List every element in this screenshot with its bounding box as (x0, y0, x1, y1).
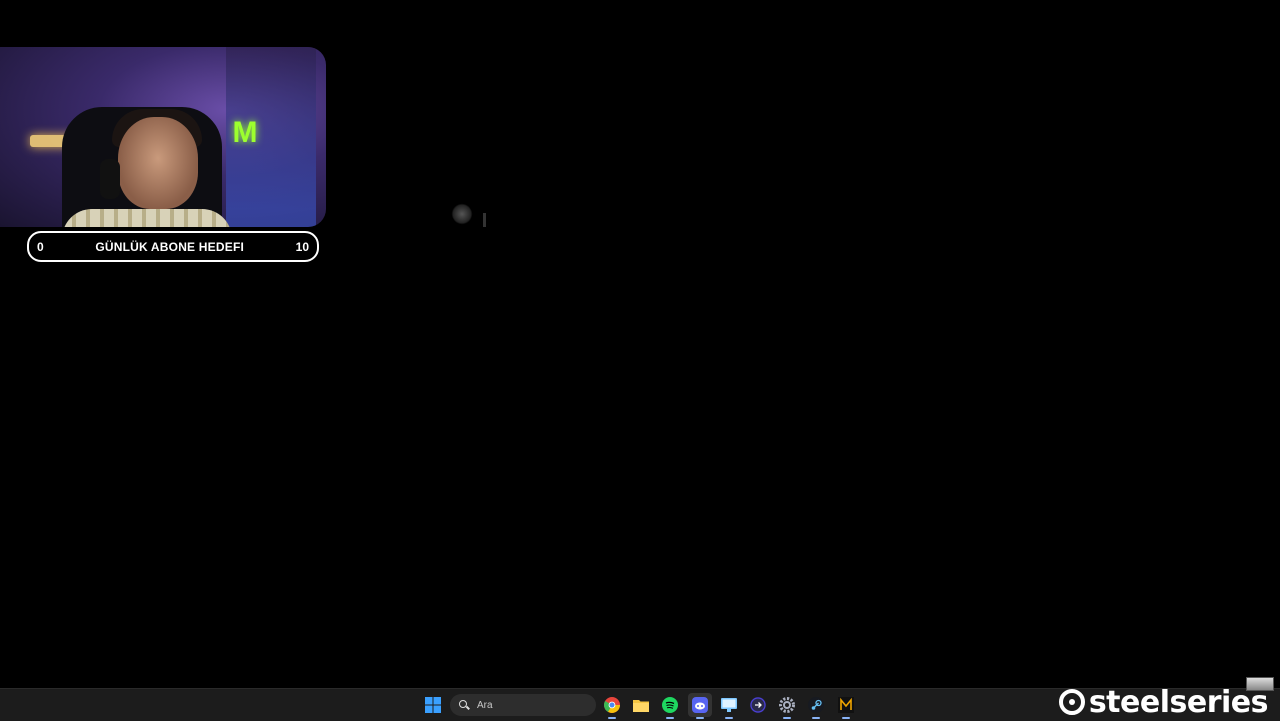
taskbar-media-app-button[interactable] (746, 693, 770, 717)
taskbar-monitor-app-button[interactable] (717, 693, 741, 719)
discord-icon (692, 697, 708, 713)
taskbar-chrome-button[interactable] (600, 693, 624, 719)
spotify-icon (662, 697, 678, 713)
goal-target: 10 (295, 239, 309, 254)
steelseries-brand-text: steelseries (1088, 684, 1269, 720)
m-letter-icon (838, 697, 854, 713)
headphones-icon (100, 159, 120, 199)
steelseries-watermark: steelseries (1058, 684, 1269, 720)
windows-icon (425, 697, 441, 713)
taskbar-file-explorer-button[interactable] (629, 693, 653, 717)
monster-logo-icon: M (232, 116, 258, 149)
taskbar-settings-button[interactable] (775, 693, 799, 719)
goal-title: GÜNLÜK ABONE HEDEFI (95, 239, 245, 254)
steelseries-logo-icon (1058, 689, 1085, 715)
search-placeholder: Ara (477, 699, 493, 711)
taskbar-discord-button[interactable] (688, 693, 712, 719)
steam-icon (808, 697, 824, 713)
tray-avatar[interactable] (1246, 677, 1274, 691)
taskbar-m-app-button[interactable] (834, 693, 858, 719)
streamer-face (118, 117, 198, 209)
chrome-icon (604, 697, 620, 713)
taskbar-steam-button[interactable] (804, 693, 828, 719)
background-shape (447, 199, 477, 229)
start-button[interactable] (421, 693, 445, 717)
search-icon (459, 700, 469, 710)
monitor-icon (721, 698, 737, 712)
goal-current: 0 (37, 239, 44, 254)
taskbar-spotify-button[interactable] (658, 693, 682, 719)
background-shape (483, 213, 486, 227)
streamer-shirt (62, 209, 232, 227)
subscriber-goal-bar: 0 GÜNLÜK ABONE HEDEFI 10 (27, 231, 319, 262)
gear-icon (779, 697, 795, 713)
folder-icon (633, 700, 649, 712)
webcam-overlay: M (0, 47, 326, 227)
arrow-circle-icon (750, 697, 766, 713)
taskbar-search-input[interactable]: Ara (450, 694, 596, 716)
